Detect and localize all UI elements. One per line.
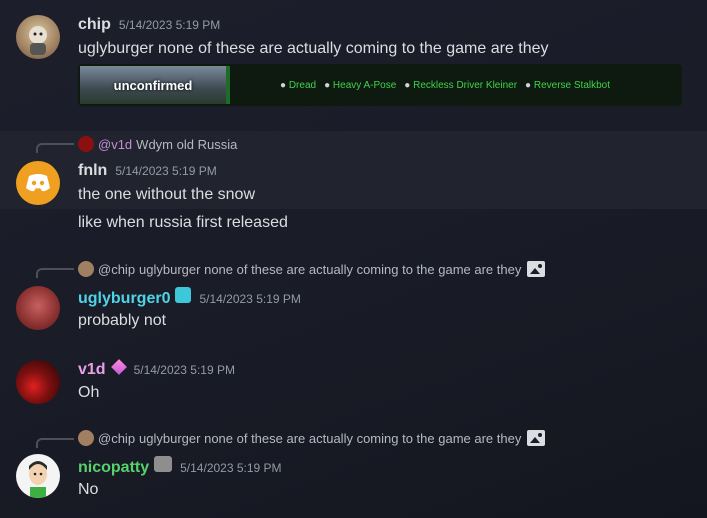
avatar[interactable] <box>16 15 60 59</box>
timestamp: 5/14/2023 5:19 PM <box>118 18 221 32</box>
timestamp: 5/14/2023 5:19 PM <box>199 292 301 306</box>
reply-preview[interactable]: @chip uglyburger none of these are actua… <box>78 430 546 446</box>
image-icon <box>527 261 546 277</box>
reply-username[interactable]: @chip <box>98 262 135 277</box>
reply-username[interactable]: @v1d <box>98 137 132 152</box>
embed-card[interactable]: unconfirmed Dread Heavy A-Pose Reckless … <box>78 64 682 106</box>
avatar[interactable] <box>16 286 60 330</box>
username[interactable]: nicopatty <box>78 459 149 477</box>
reply-avatar <box>78 430 94 446</box>
reply-connector <box>36 438 74 448</box>
embed-tag: Heavy A-Pose <box>324 80 396 91</box>
embed-tag: Reverse Stalkbot <box>525 80 610 91</box>
raccoon-icon <box>154 456 173 472</box>
message-followup: like when russia first released <box>78 214 288 231</box>
username[interactable]: uglyburger0 <box>78 290 170 308</box>
embed-tag: Dread <box>280 80 316 91</box>
embed-thumb-label: unconfirmed <box>113 77 193 93</box>
avatar[interactable] <box>16 360 60 404</box>
reply-preview[interactable]: @v1d Wdym old Russia <box>78 136 237 152</box>
username[interactable]: fnln <box>78 162 107 180</box>
embed-tags: Dread Heavy A-Pose Reckless Driver Klein… <box>280 80 610 91</box>
timestamp: 5/14/2023 5:19 PM <box>115 164 217 178</box>
reply-text: uglyburger none of these are actually co… <box>139 430 522 446</box>
reply-text: Wdym old Russia <box>136 136 238 152</box>
embed-thumbnail[interactable]: unconfirmed <box>80 66 230 104</box>
reply-avatar <box>78 136 94 152</box>
nitro-cube-icon <box>175 287 192 303</box>
message-content: the one without the snow <box>78 186 256 203</box>
username[interactable]: v1d <box>78 361 106 379</box>
reply-preview[interactable]: @chip uglyburger none of these are actua… <box>78 261 546 277</box>
reply-text: uglyburger none of these are actually co… <box>139 261 522 277</box>
message-content: No <box>78 481 99 498</box>
username[interactable]: chip <box>78 16 111 34</box>
embed-tag: Reckless Driver Kleiner <box>404 80 517 91</box>
reply-avatar <box>78 261 94 277</box>
timestamp: 5/14/2023 5:19 PM <box>133 363 235 377</box>
message-content: probably not <box>78 312 167 329</box>
reply-connector <box>36 143 74 153</box>
timestamp: 5/14/2023 5:19 PM <box>180 461 282 475</box>
avatar[interactable] <box>16 161 60 205</box>
message-content: uglyburger none of these are actually co… <box>78 40 549 57</box>
avatar[interactable] <box>16 454 60 498</box>
message-content: Oh <box>78 384 100 401</box>
discord-logo-icon <box>26 174 50 192</box>
reply-connector <box>36 268 74 278</box>
image-icon <box>527 430 546 446</box>
reply-username[interactable]: @chip <box>98 431 135 446</box>
gem-icon <box>110 359 127 375</box>
